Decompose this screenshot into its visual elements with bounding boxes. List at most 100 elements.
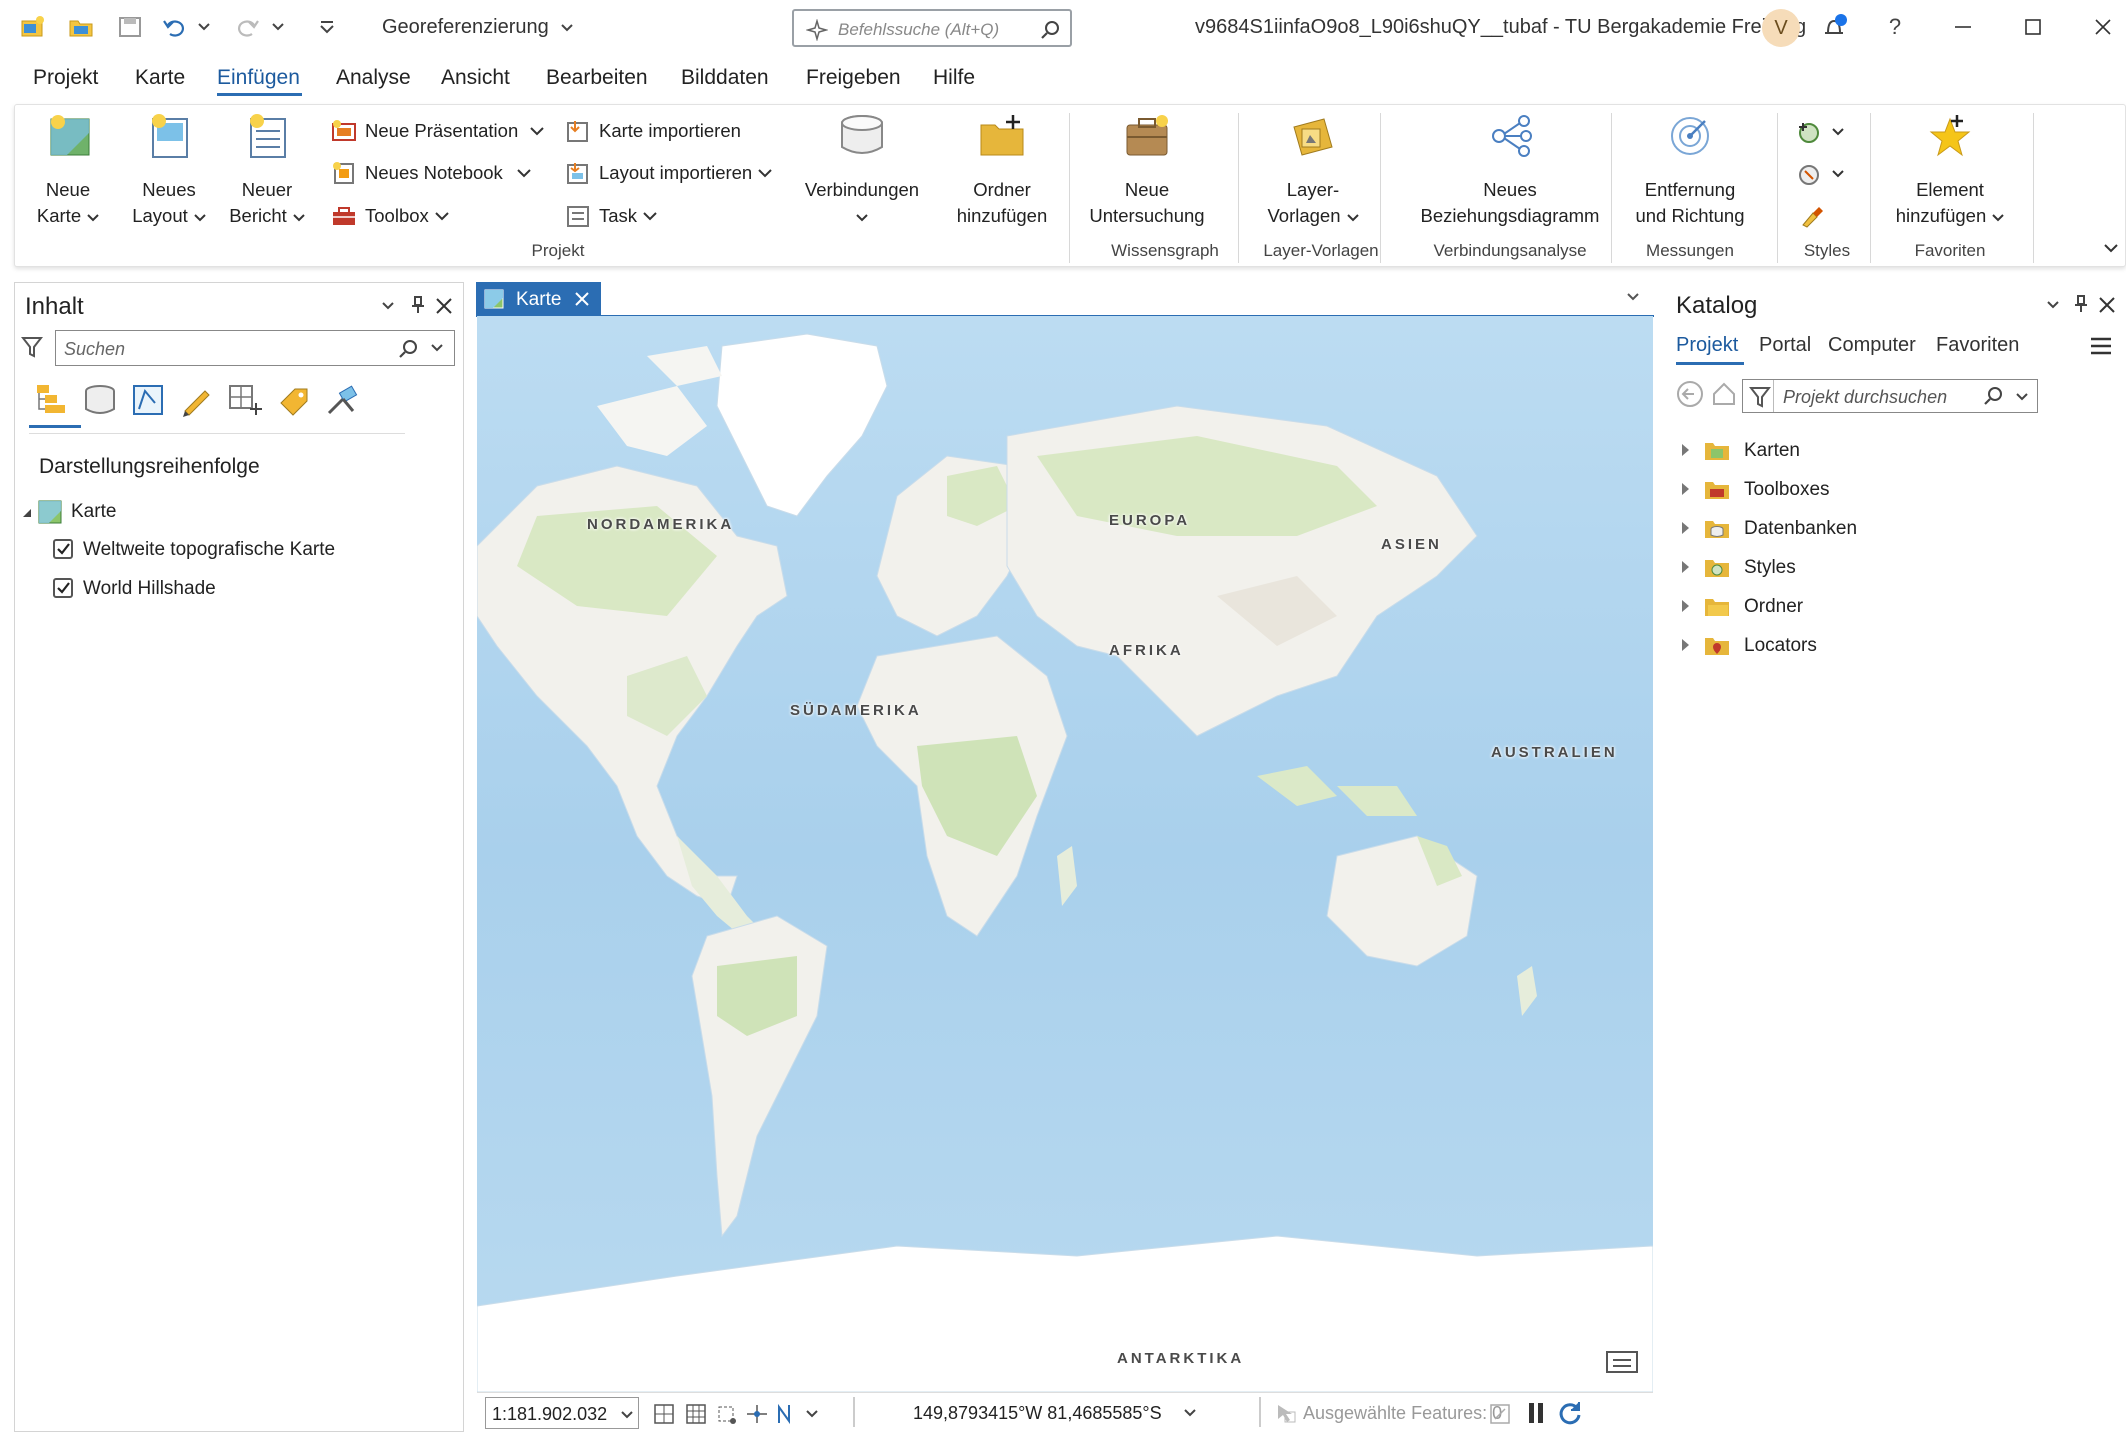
- filter-icon[interactable]: [21, 335, 43, 359]
- home-icon[interactable]: [1710, 380, 1738, 408]
- layer-1-checkbox[interactable]: [53, 539, 73, 559]
- refresh-icon[interactable]: [1557, 1400, 1583, 1426]
- redo-icon[interactable]: [232, 12, 262, 42]
- task-button[interactable]: Task: [565, 204, 657, 228]
- close-pane-icon[interactable]: [435, 297, 453, 315]
- close-pane-icon[interactable]: [2098, 296, 2116, 314]
- catalog-tab-portal[interactable]: Portal: [1759, 334, 1811, 357]
- tab-bearbeiten[interactable]: Bearbeiten: [546, 66, 648, 90]
- tools-dropdown-icon[interactable]: [805, 1409, 819, 1419]
- entfernung-richtung-button[interactable]: Entfernung und Richtung: [1625, 111, 1755, 236]
- pane-options-icon[interactable]: [381, 301, 395, 311]
- tab-analyse[interactable]: Analyse: [336, 66, 411, 90]
- element-hinzufuegen-button[interactable]: Element hinzufügen: [1885, 111, 2015, 236]
- neues-notebook-button[interactable]: Neues Notebook: [331, 161, 531, 185]
- layer-2-checkbox[interactable]: [53, 578, 73, 598]
- catalog-item-datenbanken[interactable]: Datenbanken: [1666, 512, 2126, 546]
- layer-vorlagen-button[interactable]: Layer- Vorlagen: [1253, 111, 1373, 236]
- expand-icon[interactable]: [1682, 639, 1689, 651]
- attribution-icon[interactable]: [1605, 1348, 1639, 1376]
- tab-freigeben[interactable]: Freigeben: [806, 66, 901, 90]
- list-by-drawing-order-icon[interactable]: [33, 381, 69, 417]
- undo-icon[interactable]: [160, 12, 190, 42]
- tab-list-icon[interactable]: [1626, 292, 1640, 302]
- constraints-icon[interactable]: [745, 1403, 769, 1425]
- redo-dropdown-icon[interactable]: [268, 12, 288, 42]
- map-tree-item[interactable]: Karte: [71, 501, 116, 523]
- expand-icon[interactable]: [1682, 444, 1689, 456]
- customize-toolbar-icon[interactable]: [312, 12, 342, 42]
- collapse-map-icon[interactable]: [21, 507, 33, 519]
- neue-untersuchung-button[interactable]: Neue Untersuchung: [1087, 111, 1207, 236]
- expand-icon[interactable]: [1682, 522, 1689, 534]
- coordinate-format-dropdown-icon[interactable]: [1183, 1408, 1197, 1418]
- layer-item-hillshade[interactable]: World Hillshade: [83, 578, 216, 600]
- catalog-item-styles[interactable]: Styles: [1666, 551, 2126, 585]
- notification-bell-icon[interactable]: [1820, 12, 1850, 42]
- ribbon-collapse-icon[interactable]: [2103, 243, 2123, 263]
- contents-search-input[interactable]: Suchen: [55, 330, 455, 366]
- catalog-tab-computer[interactable]: Computer: [1828, 334, 1916, 357]
- verbindungen-button[interactable]: Verbindungen: [797, 111, 927, 236]
- avatar[interactable]: V: [1762, 9, 1800, 47]
- catalog-item-karten[interactable]: Karten: [1666, 434, 2126, 468]
- style-import-button[interactable]: [1797, 161, 1857, 191]
- catalog-item-locators[interactable]: Locators: [1666, 629, 2126, 663]
- document-menu[interactable]: Georeferenzierung: [382, 16, 574, 39]
- catalog-search-input[interactable]: Projekt durchsuchen: [1742, 379, 2038, 413]
- undo-dropdown-icon[interactable]: [194, 12, 214, 42]
- neue-praesentation-button[interactable]: Neue Präsentation: [331, 119, 544, 143]
- karte-importieren-button[interactable]: Karte importieren: [565, 119, 741, 143]
- neues-layout-button[interactable]: Neues Layout: [131, 111, 207, 236]
- toolbox-button[interactable]: Toolbox: [331, 204, 449, 228]
- close-tab-icon[interactable]: [574, 291, 590, 307]
- snapping-icon[interactable]: [715, 1403, 739, 1425]
- catalog-item-toolboxes[interactable]: Toolboxes: [1666, 473, 2126, 507]
- pause-drawing-icon[interactable]: [1525, 1401, 1547, 1425]
- expand-icon[interactable]: [1682, 561, 1689, 573]
- tab-bilddaten[interactable]: Bilddaten: [681, 66, 769, 90]
- catalog-tab-favoriten[interactable]: Favoriten: [1936, 334, 2019, 357]
- tab-karte-view[interactable]: Karte: [476, 282, 601, 316]
- list-by-perspective-imagery-icon[interactable]: [325, 383, 361, 417]
- catalog-menu-icon[interactable]: [2090, 336, 2112, 356]
- scale-selector[interactable]: 1:181.902.032: [485, 1397, 639, 1429]
- close-window-icon[interactable]: [2088, 12, 2118, 42]
- ordner-hinzufuegen-button[interactable]: Ordner hinzufügen: [947, 111, 1057, 236]
- tab-projekt[interactable]: Projekt: [33, 66, 98, 90]
- expand-icon[interactable]: [1682, 600, 1689, 612]
- feature-count-icon[interactable]: [1489, 1403, 1511, 1425]
- back-icon[interactable]: [1676, 380, 1704, 408]
- neue-karte-button[interactable]: Neue Karte: [33, 111, 103, 236]
- layout-importieren-button[interactable]: Layout importieren: [565, 161, 772, 185]
- map-grid-toggle-icon[interactable]: [653, 1403, 677, 1425]
- layer-item-topo[interactable]: Weltweite topografische Karte: [83, 539, 335, 561]
- pane-options-icon[interactable]: [2046, 300, 2060, 310]
- map-canvas[interactable]: NORDAMERIKA EUROPA ASIEN AFRIKA SÜDAMERI…: [477, 316, 1653, 1392]
- table-icon[interactable]: [685, 1403, 707, 1425]
- style-add-button[interactable]: [1797, 119, 1857, 149]
- list-by-labeling-icon[interactable]: [277, 383, 311, 417]
- neues-beziehungsdiagramm-button[interactable]: Neues Beziehungsdiagramm: [1395, 111, 1625, 236]
- expand-icon[interactable]: [1682, 483, 1689, 495]
- save-icon[interactable]: [115, 12, 145, 42]
- style-paint-button[interactable]: [1797, 203, 1827, 233]
- tab-hilfe[interactable]: Hilfe: [933, 66, 975, 90]
- minimize-icon[interactable]: [1948, 12, 1978, 42]
- neuer-bericht-button[interactable]: Neuer Bericht: [229, 111, 305, 236]
- list-by-selection-icon[interactable]: [131, 383, 165, 417]
- open-project-icon[interactable]: [66, 12, 96, 42]
- tab-karte[interactable]: Karte: [135, 66, 185, 90]
- list-by-source-icon[interactable]: [83, 383, 117, 417]
- help-button[interactable]: ?: [1880, 12, 1910, 42]
- catalog-item-ordner[interactable]: Ordner: [1666, 590, 2126, 624]
- pin-icon[interactable]: [411, 295, 425, 315]
- catalog-tab-projekt[interactable]: Projekt: [1676, 334, 1738, 357]
- north-arrow-icon[interactable]: [773, 1403, 797, 1425]
- list-by-snapping-icon[interactable]: [227, 383, 263, 417]
- tab-ansicht[interactable]: Ansicht: [441, 66, 510, 90]
- pin-icon[interactable]: [2074, 294, 2088, 314]
- maximize-icon[interactable]: [2018, 12, 2048, 42]
- tab-einfuegen[interactable]: Einfügen: [217, 66, 300, 90]
- list-by-editing-icon[interactable]: [179, 383, 213, 417]
